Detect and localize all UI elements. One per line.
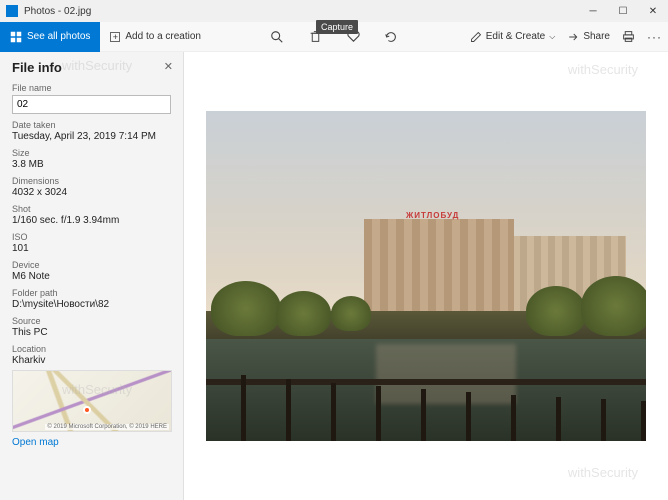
field-label: Shot: [12, 204, 171, 214]
zoom-button[interactable]: [269, 29, 285, 45]
more-button[interactable]: ···: [647, 30, 662, 44]
filename-label: File name: [12, 83, 171, 93]
field-label: Folder path: [12, 288, 171, 298]
app-icon: [6, 5, 18, 17]
print-icon: [622, 30, 635, 43]
add-creation-label: Add to a creation: [125, 31, 201, 42]
share-label: Share: [583, 31, 610, 42]
see-all-photos-button[interactable]: See all photos: [0, 22, 100, 52]
rotate-button[interactable]: [383, 29, 399, 45]
watermark: withSecurity: [568, 465, 638, 480]
minimize-button[interactable]: ─: [578, 0, 608, 22]
capture-tooltip: Capture: [316, 20, 358, 34]
maximize-button[interactable]: ☐: [608, 0, 638, 22]
grid-icon: [10, 31, 22, 43]
map-pin-icon: [83, 406, 91, 414]
field-label: Size: [12, 148, 171, 158]
panel-title: File info: [12, 60, 171, 75]
field-value: 1/160 sec. f/1.9 3.94mm: [12, 215, 171, 226]
add-to-creation-button[interactable]: + Add to a creation: [100, 22, 211, 52]
file-info-panel: File info ✕ File name Date takenTuesday,…: [0, 52, 184, 500]
open-map-link[interactable]: Open map: [12, 437, 59, 448]
photo-viewer: withSecurity withSecurity ЖИТЛОБУД: [184, 52, 668, 500]
field-label: ISO: [12, 232, 171, 242]
field-value: This PC: [12, 327, 171, 338]
field-value: M6 Note: [12, 271, 171, 282]
plus-icon: +: [110, 32, 120, 42]
edit-create-label: Edit & Create: [486, 31, 545, 42]
title-bar: Photos - 02.jpg ─ ☐ ✕: [0, 0, 668, 22]
photo-content[interactable]: ЖИТЛОБУД: [206, 111, 646, 441]
field-label: Dimensions: [12, 176, 171, 186]
toolbar: See all photos + Add to a creation Captu…: [0, 22, 668, 52]
field-label: Source: [12, 316, 171, 326]
field-value: Kharkiv: [12, 355, 171, 366]
share-button[interactable]: Share: [567, 31, 610, 43]
close-window-button[interactable]: ✕: [638, 0, 668, 22]
edit-create-button[interactable]: Edit & Create ⌵: [470, 31, 556, 43]
map-copyright: © 2019 Microsoft Corporation, © 2019 HER…: [45, 424, 169, 430]
share-icon: [567, 31, 579, 43]
field-label: Location: [12, 344, 171, 354]
field-value: D:\mysite\Новости\82: [12, 299, 171, 310]
close-panel-button[interactable]: ✕: [164, 60, 173, 73]
watermark: withSecurity: [568, 62, 638, 77]
window-title: Photos - 02.jpg: [24, 6, 91, 17]
print-button[interactable]: [622, 30, 635, 43]
field-label: Device: [12, 260, 171, 270]
edit-icon: [470, 31, 482, 43]
filename-input[interactable]: [12, 95, 171, 114]
field-value: Tuesday, April 23, 2019 7:14 PM: [12, 131, 171, 142]
field-label: Date taken: [12, 120, 171, 130]
building-sign: ЖИТЛОБУД: [406, 211, 459, 220]
field-value: 3.8 MB: [12, 159, 171, 170]
field-value: 101: [12, 243, 171, 254]
see-all-label: See all photos: [27, 31, 90, 42]
location-map[interactable]: © 2019 Microsoft Corporation, © 2019 HER…: [12, 370, 172, 432]
field-value: 4032 x 3024: [12, 187, 171, 198]
chevron-down-icon: ⌵: [549, 32, 555, 42]
